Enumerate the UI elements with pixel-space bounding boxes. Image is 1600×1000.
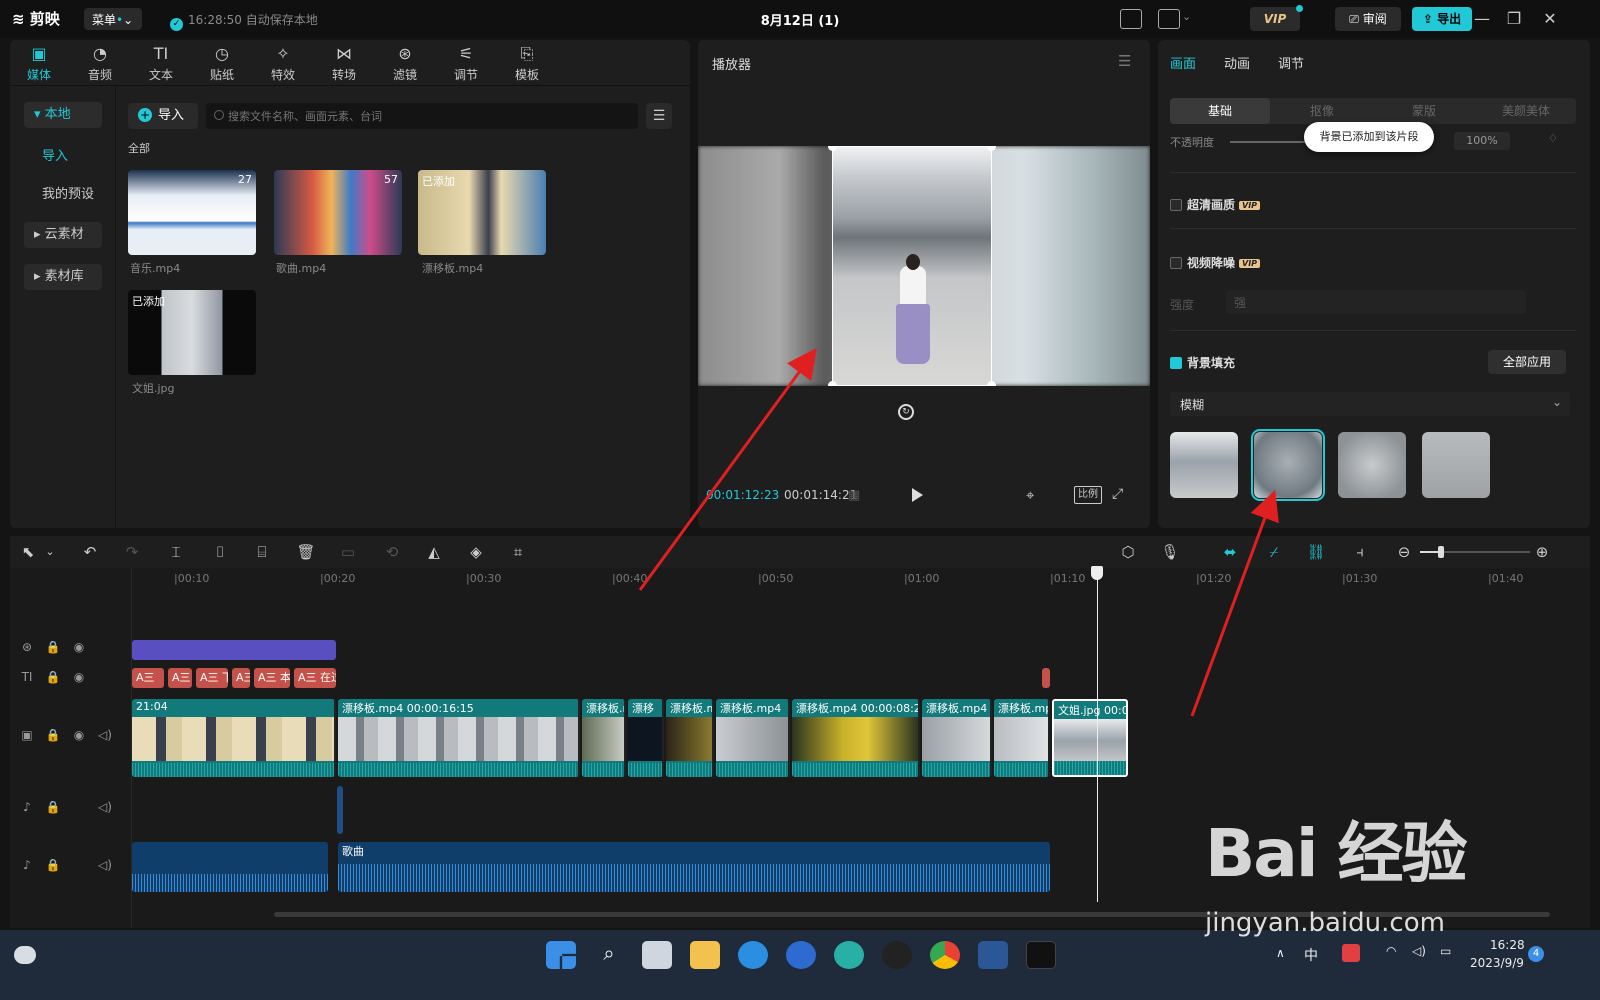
tray-chevron-icon[interactable]: ∧ [1276,946,1285,960]
baidu-watermark: Bai 经验 [1205,815,1467,892]
sogou-icon[interactable] [1342,944,1360,962]
annotation-arrow [1190,489,1279,717]
qq-icon[interactable] [882,941,912,969]
browser-icon[interactable] [834,941,864,969]
edge-icon[interactable] [738,941,768,969]
file-explorer-icon[interactable] [690,941,720,969]
clock-date[interactable]: 2023/9/9 [1470,956,1524,970]
chrome-icon[interactable] [930,941,960,969]
weather-icon[interactable] [14,946,36,964]
search-icon[interactable]: ⌕ [594,941,624,969]
baidu-watermark-url: jingyan.baidu.com [1205,908,1445,938]
clock-time[interactable]: 16:28 [1490,938,1525,952]
capcut-icon[interactable] [1026,941,1056,969]
battery-icon[interactable]: ▭ [1440,944,1451,958]
volume-icon[interactable]: ◁) [1412,944,1426,958]
annotation-arrow [638,347,817,591]
taskbar: ⌕ ∧ 中 ◠ ◁) ▭ 16:28 2023/9/9 4 [0,930,1600,1000]
wifi-icon[interactable]: ◠ [1386,944,1396,958]
ime-indicator[interactable]: 中 [1304,945,1318,965]
start-icon[interactable] [546,941,576,969]
taskview-icon[interactable] [642,941,672,969]
word-icon[interactable] [978,941,1008,969]
notification-badge[interactable]: 4 [1528,946,1544,962]
app-icon[interactable] [786,941,816,969]
